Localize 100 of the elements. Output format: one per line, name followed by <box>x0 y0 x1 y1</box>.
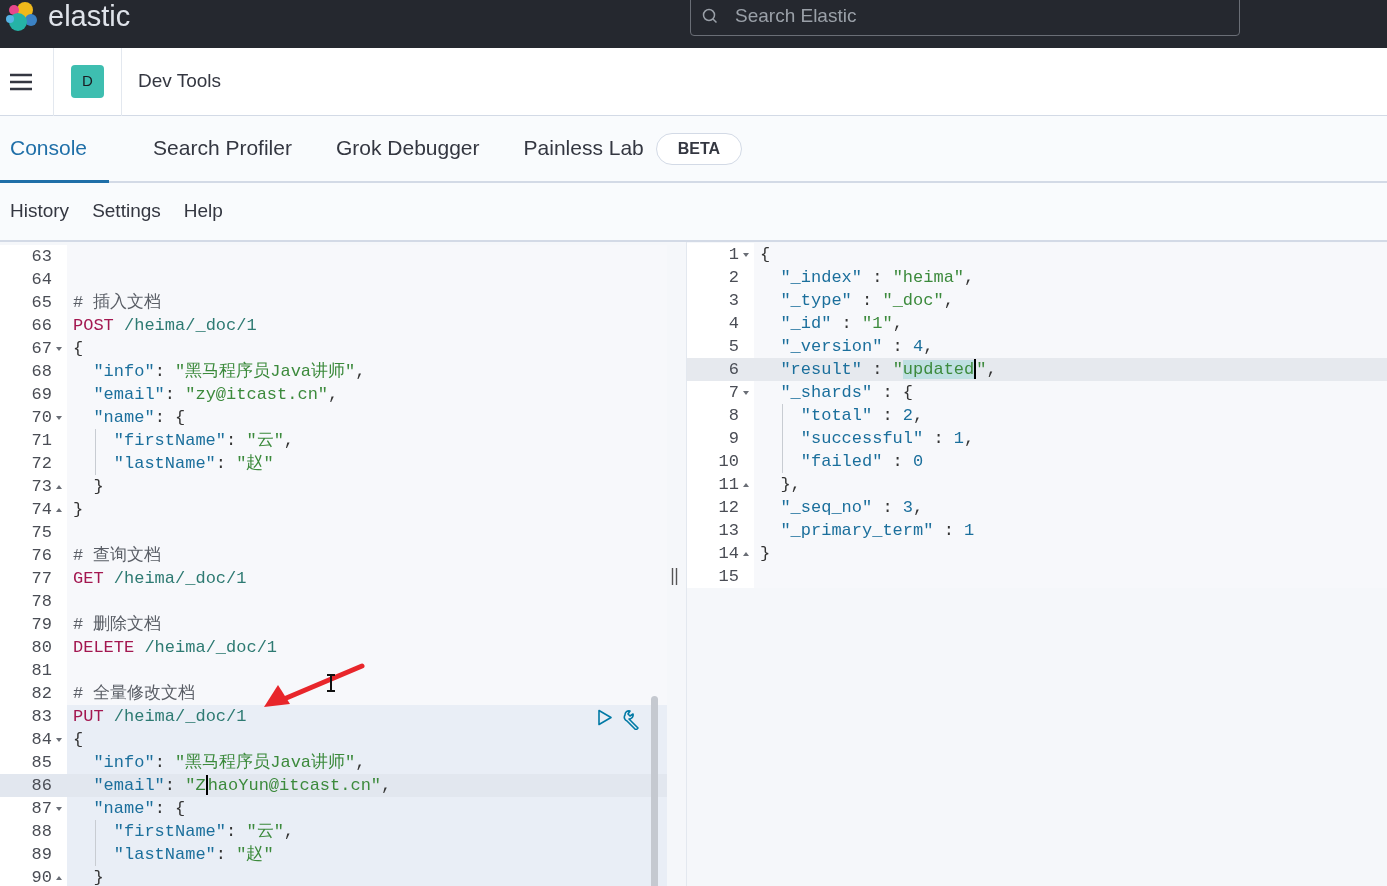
line-number: 11 <box>718 473 739 496</box>
line-number: 90 <box>31 866 52 886</box>
fold-icon[interactable] <box>55 874 63 881</box>
logo-text: elastic <box>48 0 131 34</box>
space-avatar[interactable]: D <box>71 65 104 98</box>
menu-link[interactable]: History <box>10 197 70 226</box>
code-line: "_shards" : { <box>779 381 914 404</box>
code-line: "email": "zy@itcast.cn", <box>92 383 339 406</box>
line-number: 15 <box>718 565 739 588</box>
code-line: # 全量修改文档 <box>73 682 196 705</box>
line-number: 8 <box>728 404 739 427</box>
fold-icon[interactable] <box>55 345 63 352</box>
line-number: 5 <box>728 335 739 358</box>
code-line: # 删除文档 <box>73 613 162 636</box>
code-line: POST /heima/_doc/1 <box>73 314 257 337</box>
line-number: 81 <box>31 659 52 682</box>
code-line: } <box>92 475 104 498</box>
tab[interactable]: Painless Lab <box>523 132 644 167</box>
line-number: 65 <box>31 291 52 314</box>
code-line: "info": "黑马程序员Java讲师", <box>92 751 366 774</box>
line-number: 83 <box>31 705 52 728</box>
code-line: "firstName": "云", <box>112 820 295 843</box>
code-line: "_seq_no" : 3, <box>779 496 924 519</box>
line-number: 89 <box>31 843 52 866</box>
code-line: "name": { <box>92 797 186 820</box>
line-number: 13 <box>718 519 739 542</box>
code-line: } <box>760 542 771 565</box>
line-number: 63 <box>31 245 52 268</box>
line-number: 82 <box>31 682 52 705</box>
line-number: 88 <box>31 820 52 843</box>
line-number: 12 <box>718 496 739 519</box>
code-line: { <box>73 337 84 360</box>
code-line: "lastName": "赵" <box>112 843 274 866</box>
fold-icon[interactable] <box>742 481 750 488</box>
line-number: 85 <box>31 751 52 774</box>
code-line: "result" : "updated", <box>779 358 997 382</box>
code-line: "firstName": "云", <box>112 429 295 452</box>
text-cursor-icon <box>325 674 337 692</box>
code-line: { <box>73 728 84 751</box>
run-icon[interactable] <box>597 709 613 726</box>
code-line: PUT /heima/_doc/1 <box>73 705 247 728</box>
line-number: 86 <box>31 774 52 797</box>
code-line: # 查询文档 <box>73 544 162 567</box>
fold-icon[interactable] <box>55 736 63 743</box>
menu-link[interactable]: Help <box>183 197 223 226</box>
fold-icon[interactable] <box>55 805 63 812</box>
line-number: 66 <box>31 314 52 337</box>
line-number: 70 <box>31 406 52 429</box>
code-line: { <box>760 243 771 266</box>
line-number: 64 <box>31 268 52 291</box>
line-number: 76 <box>31 544 52 567</box>
line-number: 79 <box>31 613 52 636</box>
line-number: 74 <box>31 498 52 521</box>
code-line: GET /heima/_doc/1 <box>73 567 247 590</box>
line-number: 4 <box>728 312 739 335</box>
line-number: 78 <box>31 590 52 613</box>
line-number: 14 <box>718 542 739 565</box>
line-number: 72 <box>31 452 52 475</box>
line-number: 1 <box>728 243 739 266</box>
code-line: # 插入文档 <box>73 291 162 314</box>
line-number: 2 <box>728 266 739 289</box>
tab[interactable]: Grok Debugger <box>335 116 480 183</box>
code-line: "failed" : 0 <box>799 450 924 473</box>
line-number: 67 <box>31 337 52 360</box>
code-line: } <box>73 498 84 521</box>
fold-icon[interactable] <box>742 550 750 557</box>
code-line: "successful" : 1, <box>799 427 975 450</box>
code-line: "info": "黑马程序员Java讲师", <box>92 360 366 383</box>
code-line: } <box>92 866 104 886</box>
code-line: "total" : 2, <box>799 404 924 427</box>
line-number: 71 <box>31 429 52 452</box>
resize-handle-icon[interactable] <box>671 568 678 585</box>
code-line: "name": { <box>92 406 186 429</box>
menu-link[interactable]: Settings <box>92 197 161 226</box>
fold-icon[interactable] <box>55 506 63 513</box>
line-number: 7 <box>728 381 739 404</box>
code-line: "_version" : 4, <box>779 335 934 358</box>
line-number: 75 <box>31 521 52 544</box>
fold-icon[interactable] <box>55 414 63 421</box>
code-line: "_primary_term" : 1 <box>779 519 975 542</box>
page-title: Dev Tools <box>138 69 222 94</box>
fold-icon[interactable] <box>55 483 63 490</box>
line-number: 69 <box>31 383 52 406</box>
line-number: 10 <box>718 450 739 473</box>
menu-icon[interactable] <box>10 72 32 91</box>
fold-icon[interactable] <box>742 251 750 258</box>
code-line: "lastName": "赵" <box>112 452 274 475</box>
line-number: 9 <box>728 427 739 450</box>
line-number: 80 <box>31 636 52 659</box>
code-line: DELETE /heima/_doc/1 <box>73 636 278 659</box>
line-number: 77 <box>31 567 52 590</box>
fold-icon[interactable] <box>742 389 750 396</box>
scrollbar[interactable] <box>651 696 658 886</box>
elastic-logo-icon[interactable] <box>5 1 39 33</box>
code-line: "_id" : "1", <box>779 312 903 335</box>
search-icon <box>702 8 718 24</box>
tab[interactable]: Search Profiler <box>153 116 292 183</box>
search-field[interactable]: Search Elastic <box>690 0 1240 36</box>
line-number: 3 <box>728 289 739 312</box>
beta-badge: BETA <box>655 132 743 165</box>
